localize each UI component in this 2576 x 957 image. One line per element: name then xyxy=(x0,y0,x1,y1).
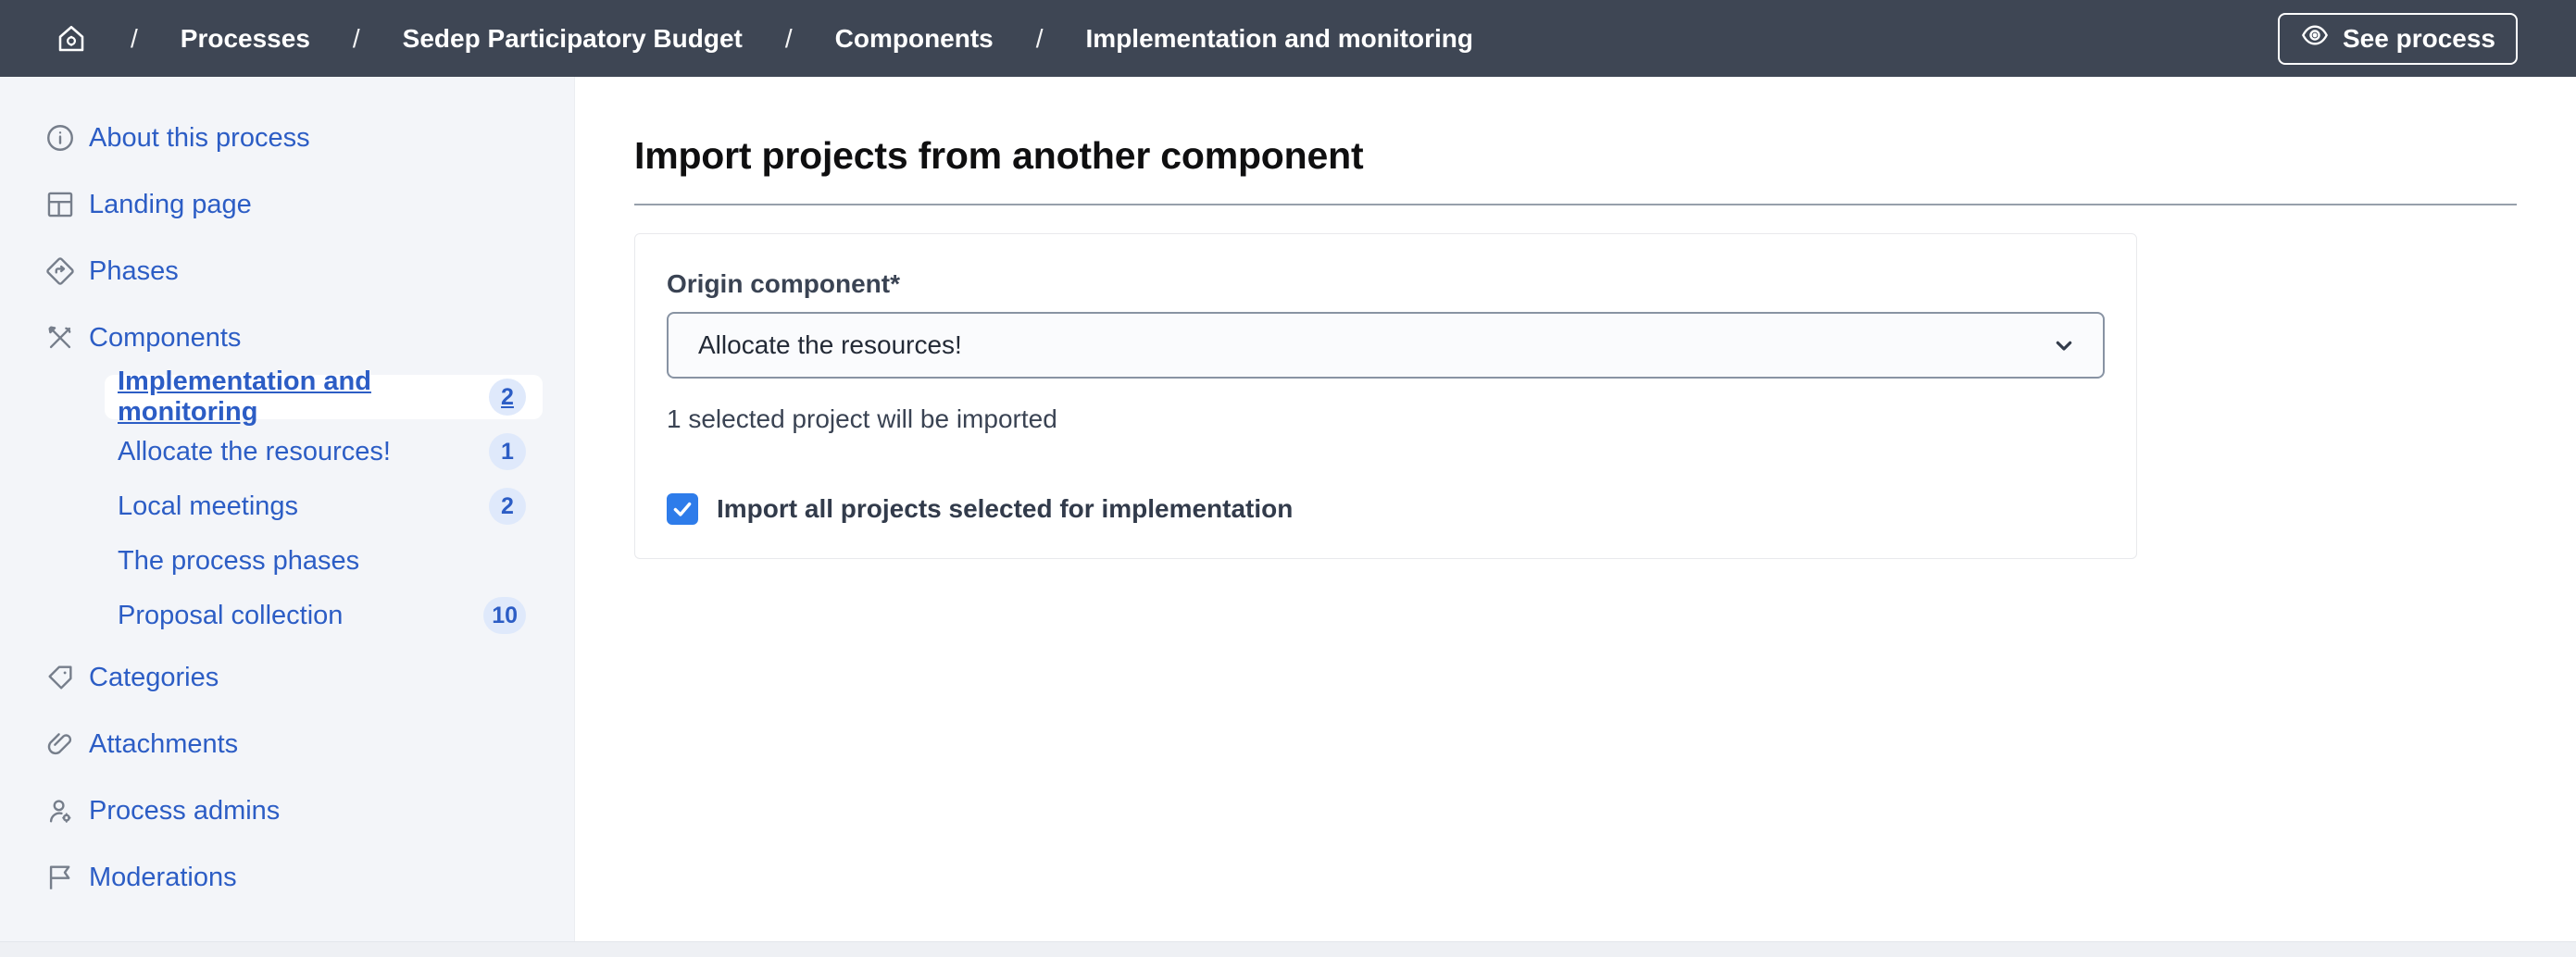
breadcrumb-components[interactable]: Components xyxy=(835,24,994,54)
tools-icon xyxy=(44,322,76,354)
sidebar-item-label: Components xyxy=(89,323,241,354)
breadcrumb-separator: / xyxy=(131,24,138,54)
page-title: Import projects from another component xyxy=(634,134,2517,178)
sidebar-item-about[interactable]: About this process xyxy=(0,108,574,168)
sidebar-item-label: Process admins xyxy=(89,796,280,826)
subnav-item-local-meetings[interactable]: Local meetings 2 xyxy=(105,484,543,528)
count-badge: 2 xyxy=(489,379,526,416)
sidebar-item-label: Moderations xyxy=(89,863,237,893)
import-all-checkbox[interactable] xyxy=(667,493,698,525)
import-form-card: Origin component* Allocate the resources… xyxy=(634,233,2137,559)
home-icon[interactable] xyxy=(55,22,88,56)
sidebar-item-label: Phases xyxy=(89,256,179,287)
tag-icon xyxy=(44,662,76,693)
sidebar-item-process-admins[interactable]: Process admins xyxy=(0,781,574,840)
sidebar-item-moderations[interactable]: Moderations xyxy=(0,848,574,907)
subnav-item-implementation-and-monitoring[interactable]: Implementation and monitoring 2 xyxy=(105,375,543,419)
breadcrumb-current-component[interactable]: Implementation and monitoring xyxy=(1086,24,1473,54)
breadcrumb-separator: / xyxy=(1036,24,1044,54)
sidebar-nav: About this process Landing page xyxy=(0,108,574,907)
subnav-item-label: The process phases xyxy=(118,546,359,577)
sidebar-item-label: About this process xyxy=(89,123,310,154)
subnav-item-allocate-the-resources[interactable]: Allocate the resources! 1 xyxy=(105,429,543,474)
layout-icon xyxy=(44,189,76,220)
sidebar-item-attachments[interactable]: Attachments xyxy=(0,715,574,774)
subnav-item-label: Local meetings xyxy=(118,491,298,522)
content-shell: About this process Landing page xyxy=(0,77,2576,942)
paperclip-icon xyxy=(44,728,76,760)
user-gear-icon xyxy=(44,795,76,826)
count-badge: 2 xyxy=(489,488,526,525)
sidebar-item-phases[interactable]: Phases xyxy=(0,242,574,301)
count-badge: 1 xyxy=(489,433,526,470)
flag-icon xyxy=(44,862,76,893)
components-subnav: Implementation and monitoring 2 Allocate… xyxy=(0,375,574,638)
origin-component-label: Origin component* xyxy=(667,269,2105,299)
selected-projects-info: 1 selected project will be imported xyxy=(667,404,2105,434)
breadcrumb-separator: / xyxy=(785,24,793,54)
breadcrumb-process-name[interactable]: Sedep Participatory Budget xyxy=(403,24,743,54)
import-all-label[interactable]: Import all projects selected for impleme… xyxy=(717,494,1293,524)
sidebar-item-components[interactable]: Components xyxy=(0,308,574,367)
sidebar-item-label: Landing page xyxy=(89,190,252,220)
breadcrumb-processes[interactable]: Processes xyxy=(181,24,310,54)
breadcrumb: / Processes / Sedep Participatory Budget… xyxy=(55,22,1473,56)
info-icon xyxy=(44,122,76,154)
see-process-label: See process xyxy=(2343,24,2495,54)
see-process-button[interactable]: See process xyxy=(2278,13,2518,65)
phases-icon xyxy=(44,255,76,287)
import-all-row: Import all projects selected for impleme… xyxy=(667,493,2105,525)
topbar: / Processes / Sedep Participatory Budget… xyxy=(0,0,2576,77)
checkmark-icon xyxy=(670,497,694,521)
subnav-item-label: Allocate the resources! xyxy=(118,437,391,467)
origin-component-value: Allocate the resources! xyxy=(698,330,962,360)
sidebar-item-categories[interactable]: Categories xyxy=(0,648,574,707)
subnav-item-label: Proposal collection xyxy=(118,601,343,631)
breadcrumb-separator: / xyxy=(353,24,360,54)
eye-icon xyxy=(2300,20,2330,56)
sidebar-item-landing-page[interactable]: Landing page xyxy=(0,175,574,234)
subnav-item-label: Implementation and monitoring xyxy=(118,367,489,428)
origin-component-select[interactable]: Allocate the resources! xyxy=(667,312,2105,379)
main-content: Import projects from another component O… xyxy=(575,77,2576,941)
subnav-item-the-process-phases[interactable]: The process phases xyxy=(105,539,543,583)
count-badge: 10 xyxy=(483,597,526,634)
sidebar-item-label: Categories xyxy=(89,663,219,693)
sidebar-item-label: Attachments xyxy=(89,729,238,760)
chevron-down-icon xyxy=(2049,330,2079,360)
title-divider xyxy=(634,204,2517,205)
subnav-item-proposal-collection[interactable]: Proposal collection 10 xyxy=(105,593,543,638)
process-sidebar: About this process Landing page xyxy=(0,77,575,941)
